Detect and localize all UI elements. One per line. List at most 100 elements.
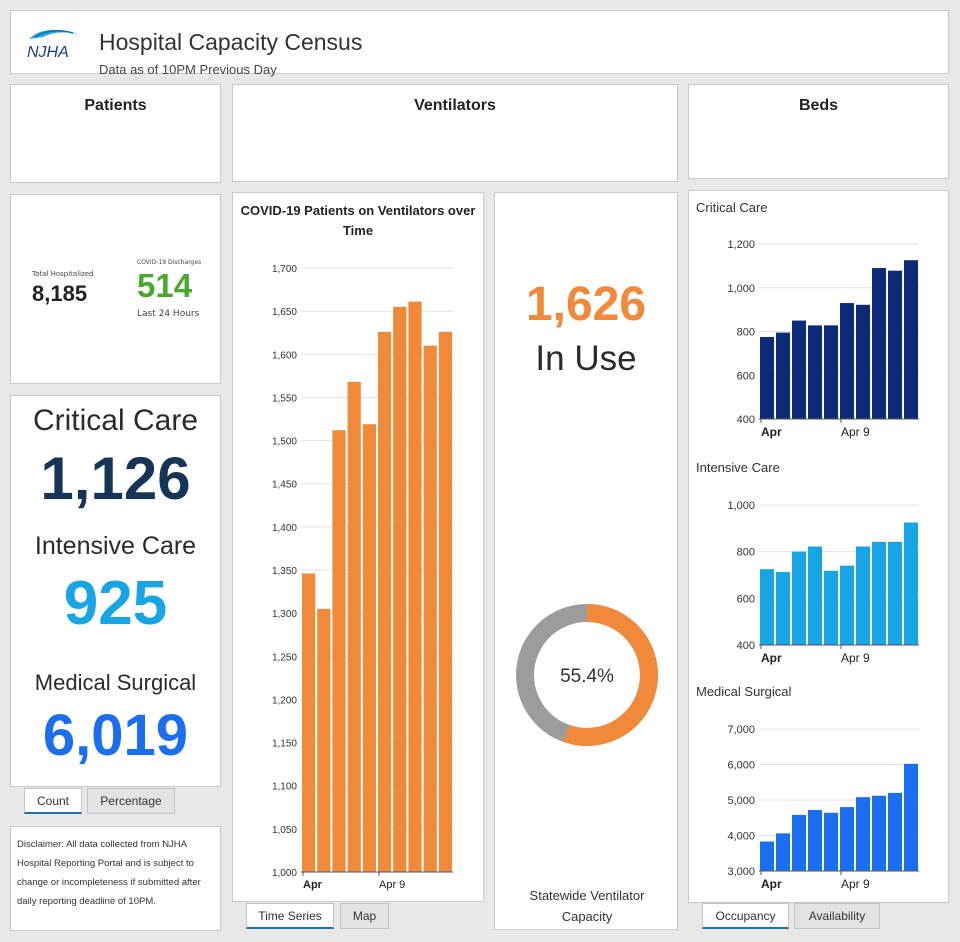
tab-occupancy[interactable]: Occupancy: [702, 903, 789, 929]
bar[interactable]: [872, 795, 886, 871]
x-tick-label: Apr: [303, 879, 323, 891]
bar[interactable]: [760, 336, 774, 419]
ventilator-chart-panel: COVID-19 Patients on Ventilators over Tim…: [232, 192, 484, 902]
bar[interactable]: [378, 331, 392, 872]
y-tick-label: 400: [737, 414, 755, 426]
bar[interactable]: [824, 325, 838, 419]
bar[interactable]: [840, 807, 854, 871]
patients-summary-panel: Total Hospitalized 8,185 COVID-19 Discha…: [10, 194, 221, 384]
y-tick-label: 1,550: [272, 393, 297, 404]
y-tick-label: 1,000: [727, 500, 755, 512]
y-tick-label: 6,000: [727, 760, 755, 772]
medical-surgical-label: Medical Surgical: [34, 670, 197, 695]
medical-surgical-chart: 3,000 4,000 5,000 6,000 7,000 Apr Apr 9: [727, 724, 919, 891]
page-title: Hospital Capacity Census: [99, 29, 363, 55]
bar[interactable]: [856, 304, 870, 419]
bar[interactable]: [808, 546, 822, 645]
ventilators-title: Ventilators: [414, 97, 496, 114]
bar[interactable]: [332, 430, 346, 872]
bar[interactable]: [347, 381, 361, 872]
y-tick-label: 1,200: [727, 239, 755, 251]
bar[interactable]: [776, 332, 790, 419]
y-tick-label: 1,400: [272, 523, 297, 534]
bar[interactable]: [423, 345, 437, 872]
bar[interactable]: [760, 569, 774, 645]
y-tick-label: 1,000: [727, 283, 755, 295]
intensive-care-label: Intensive Care: [34, 532, 197, 560]
ventilators-section-header: Ventilators: [232, 84, 678, 182]
bed-counts-panel: Critical Care 1,126 Intensive Care 925 M…: [10, 395, 221, 787]
ventilator-capacity-label: Statewide Ventilator Capacity: [529, 888, 645, 924]
bar[interactable]: [856, 546, 870, 645]
ventilator-in-use-panel: 1,626 In Use 55.4% Statewide Ventilator …: [494, 192, 678, 930]
bar[interactable]: [904, 260, 918, 419]
chart-title-line-2: Time: [343, 223, 373, 238]
disclaimer-text: Disclaimer: All data collected from NJHA…: [17, 839, 201, 907]
bar[interactable]: [872, 268, 886, 419]
intensive-care-chart-title: Intensive Care: [696, 460, 780, 475]
x-tick-label: Apr 9: [841, 425, 870, 439]
discharges-value: 514: [137, 267, 193, 304]
tab-count[interactable]: Count: [24, 788, 82, 814]
ventilator-time-series-chart: COVID-19 Patients on Ventilators over Tim…: [241, 203, 476, 891]
medical-surgical-value: 6,019: [42, 703, 189, 768]
bar[interactable]: [792, 320, 806, 419]
bar[interactable]: [408, 301, 422, 872]
bar[interactable]: [776, 571, 790, 645]
bar[interactable]: [760, 841, 774, 871]
bar[interactable]: [888, 270, 902, 419]
bar[interactable]: [393, 306, 407, 872]
header-panel: NJHA Hospital Capacity Census Data as of…: [10, 10, 949, 77]
intensive-care-value: 925: [63, 569, 168, 638]
bar[interactable]: [904, 763, 918, 871]
y-tick-label: 4,000: [727, 831, 755, 843]
tab-map[interactable]: Map: [340, 903, 389, 929]
discharges-sublabel: Last 24 Hours: [137, 309, 200, 319]
y-tick-label: 7,000: [727, 724, 755, 736]
bar[interactable]: [824, 570, 838, 645]
bar[interactable]: [792, 551, 806, 645]
x-tick-label: Apr: [761, 651, 782, 665]
y-tick-label: 1,100: [272, 782, 297, 793]
critical-care-value: 1,126: [40, 445, 191, 512]
tab-availability[interactable]: Availability: [794, 903, 880, 929]
bar[interactable]: [776, 833, 790, 871]
tab-percentage[interactable]: Percentage: [87, 788, 175, 814]
disclaimer-panel: Disclaimer: All data collected from NJHA…: [10, 826, 221, 931]
y-tick-label: 1,350: [272, 566, 297, 577]
tab-time-series[interactable]: Time Series: [246, 903, 334, 929]
y-tick-label: 1,150: [272, 739, 297, 750]
y-tick-label: 1,600: [272, 350, 297, 361]
ventilators-in-use-label: In Use: [535, 339, 637, 378]
y-tick-label: 1,050: [272, 825, 297, 836]
total-hospitalized-value: 8,185: [32, 281, 88, 306]
bar[interactable]: [888, 792, 902, 871]
bar[interactable]: [808, 325, 822, 419]
bar[interactable]: [362, 424, 376, 872]
bar[interactable]: [302, 573, 316, 872]
ventilators-in-use-value: 1,626: [525, 278, 647, 331]
critical-care-label: Critical Care: [32, 404, 199, 437]
bar[interactable]: [808, 809, 822, 871]
ventilator-capacity-donut: 55.4%: [516, 604, 658, 746]
bar[interactable]: [840, 565, 854, 645]
beds-section-header: Beds: [688, 84, 949, 179]
bar[interactable]: [317, 608, 331, 872]
bar[interactable]: [904, 522, 918, 646]
critical-care-chart: 400 600 800 1,000 1,200 Apr Apr 9: [727, 239, 919, 439]
total-hospitalized-label: Total Hospitalized: [32, 270, 94, 278]
y-tick-label: 1,200: [272, 695, 297, 706]
bar[interactable]: [792, 814, 806, 871]
bar[interactable]: [856, 797, 870, 871]
bar[interactable]: [872, 541, 886, 645]
y-tick-label: 1,250: [272, 652, 297, 663]
donut-percent-text: 55.4%: [560, 666, 614, 687]
discharges-label: COVID-19 Discharges: [137, 259, 202, 266]
bar[interactable]: [438, 331, 452, 872]
bar[interactable]: [824, 812, 838, 871]
bar[interactable]: [888, 541, 902, 645]
x-tick-label: Apr: [761, 425, 782, 439]
y-tick-label: 3,000: [727, 866, 755, 878]
y-tick-label: 1,500: [272, 437, 297, 448]
bar[interactable]: [840, 303, 854, 419]
